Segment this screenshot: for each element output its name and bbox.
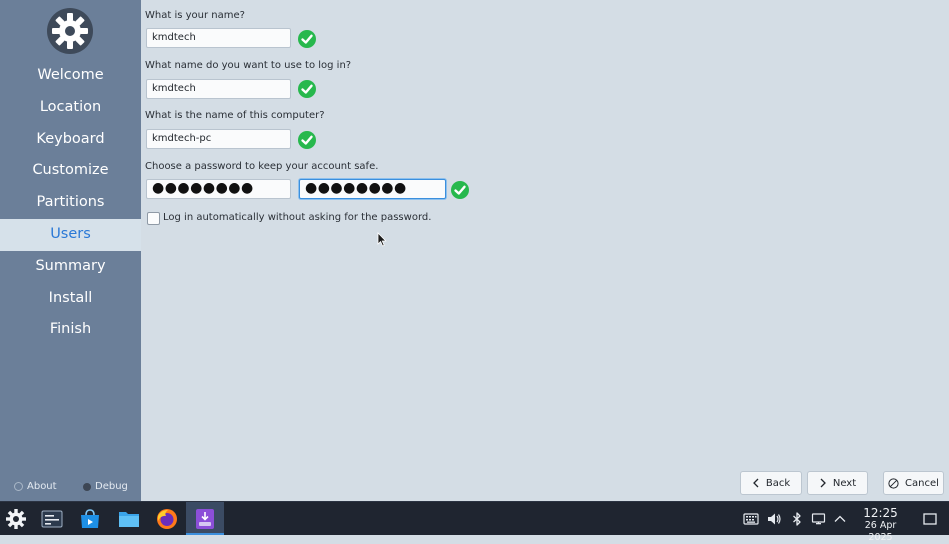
autologin-checkbox[interactable] xyxy=(147,212,160,225)
cancel-button[interactable]: Cancel xyxy=(883,471,944,495)
bug-icon xyxy=(83,482,91,491)
file-manager-icon[interactable] xyxy=(117,507,141,531)
sidebar-item-customize: Customize xyxy=(32,162,109,179)
login-question: What name do you want to use to log in? xyxy=(145,60,352,71)
bluetooth-icon[interactable] xyxy=(789,511,805,527)
network-icon[interactable] xyxy=(811,511,827,527)
chevron-left-icon xyxy=(752,478,759,488)
name-question: What is your name? xyxy=(145,10,245,21)
debug-label: Debug xyxy=(95,481,128,492)
sidebar-item-keyboard: Keyboard xyxy=(36,130,105,147)
chevron-right-icon xyxy=(820,478,826,488)
sidebar: Welcome Location Keyboard Customize Part… xyxy=(0,0,141,501)
sidebar-item-finish: Finish xyxy=(49,321,92,338)
kde-menu-icon[interactable] xyxy=(4,507,28,531)
info-icon xyxy=(14,482,23,491)
keyboard-icon[interactable] xyxy=(743,511,759,527)
show-desktop-icon[interactable] xyxy=(922,511,938,527)
password-field[interactable]: ●●●●●●●● xyxy=(146,179,291,199)
login-name-field[interactable]: kmdtech xyxy=(146,79,291,99)
debug-button[interactable]: Debug xyxy=(83,481,128,492)
password-question: Choose a password to keep your account s… xyxy=(145,161,379,172)
discover-store-icon[interactable] xyxy=(78,507,102,531)
password-repeat-field[interactable]: ●●●●●●●● xyxy=(299,179,446,199)
computer-name-field[interactable]: kmdtech-pc xyxy=(146,129,291,149)
taskbar: 12:25 26 Apr 2025 xyxy=(0,501,949,543)
system-monitor-icon[interactable] xyxy=(40,507,64,531)
sidebar-item-partitions: Partitions xyxy=(36,194,105,211)
installer-icon[interactable] xyxy=(193,507,217,531)
autologin-label: Log in automatically without asking for … xyxy=(163,212,432,223)
sidebar-item-users: Users xyxy=(0,218,141,251)
back-button[interactable]: Back xyxy=(740,471,802,495)
about-label: About xyxy=(27,481,57,492)
back-label: Back xyxy=(765,477,791,489)
expand-tray-icon[interactable] xyxy=(832,511,848,527)
login-valid-check-icon xyxy=(298,80,316,98)
cancel-icon xyxy=(888,477,899,489)
sidebar-item-install: Install xyxy=(48,289,93,306)
sidebar-item-location: Location xyxy=(39,98,102,115)
clock[interactable]: 12:25 26 Apr 2025 xyxy=(852,507,909,544)
name-valid-check-icon xyxy=(298,30,316,48)
password-valid-check-icon xyxy=(451,181,469,199)
full-name-field[interactable]: kmdtech xyxy=(146,28,291,48)
sidebar-nav: Welcome Location Keyboard Customize Part… xyxy=(0,60,141,346)
about-button[interactable]: About xyxy=(14,481,57,492)
next-button[interactable]: Next xyxy=(807,471,868,495)
volume-icon[interactable] xyxy=(766,511,782,527)
sidebar-item-summary: Summary xyxy=(35,257,106,274)
firefox-icon[interactable] xyxy=(155,507,179,531)
clock-date: 26 Apr 2025 xyxy=(864,520,897,543)
clock-time: 12:25 xyxy=(863,506,898,520)
sidebar-item-welcome: Welcome xyxy=(37,67,104,83)
computer-question: What is the name of this computer? xyxy=(145,110,325,121)
installer-logo-icon xyxy=(47,8,93,54)
mouse-pointer-icon xyxy=(377,232,387,251)
next-label: Next xyxy=(832,477,857,489)
computer-valid-check-icon xyxy=(298,131,316,149)
cancel-label: Cancel xyxy=(905,477,939,489)
users-page: What is your name? kmdtech What name do … xyxy=(141,0,949,501)
sidebar-footer: About Debug xyxy=(0,481,141,497)
